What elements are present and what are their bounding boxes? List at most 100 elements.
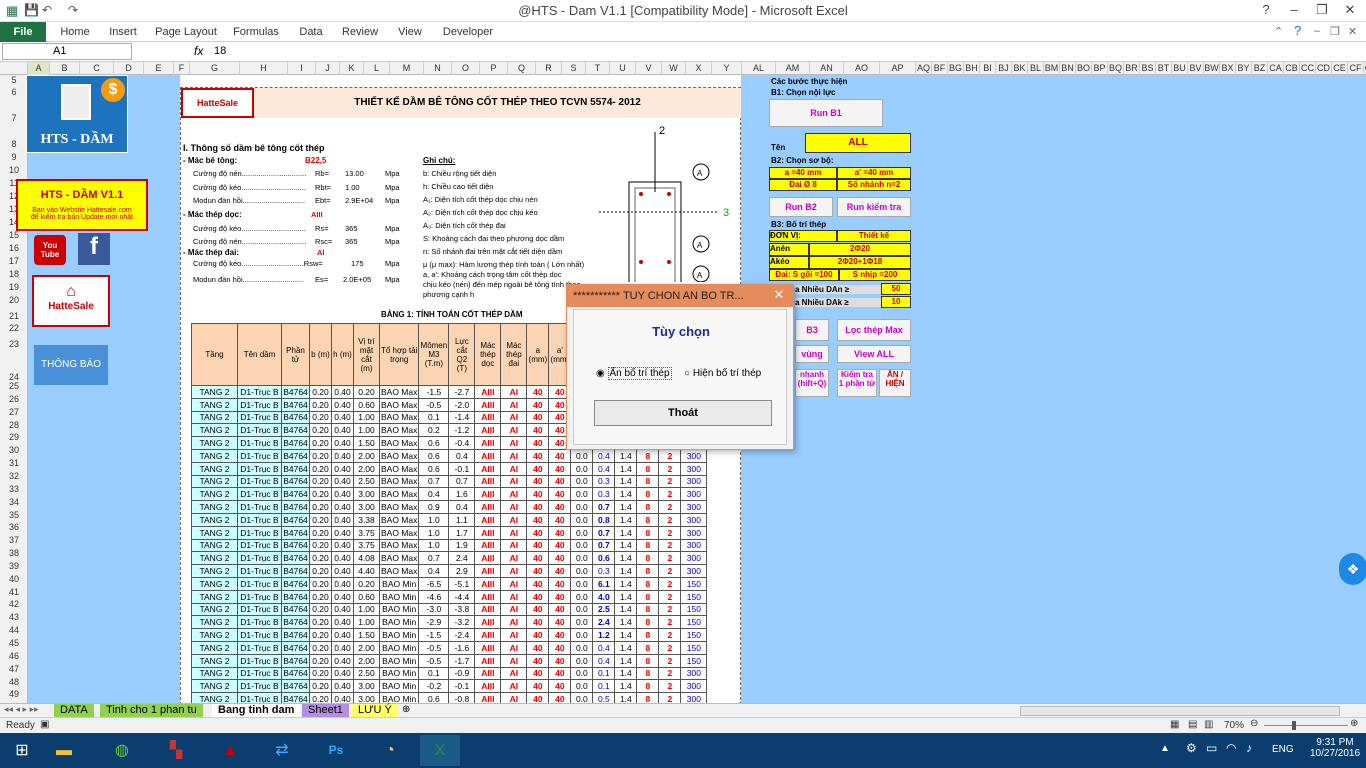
page-break-view-icon[interactable]: ▥	[1204, 719, 1213, 730]
table-cell[interactable]: 40	[526, 487, 550, 502]
table-cell[interactable]: BAO Min	[378, 589, 420, 604]
table-cell[interactable]: 2.00	[353, 640, 380, 655]
table-cell[interactable]: D1-Trục B	[237, 653, 282, 668]
table-cell[interactable]: -0.1	[448, 679, 476, 694]
table-cell[interactable]: -2.7	[448, 385, 476, 399]
table-cell[interactable]: 40	[526, 589, 550, 604]
table-cell[interactable]: 0.3	[592, 487, 616, 502]
table-cell[interactable]: 0.8	[592, 512, 616, 527]
table-cell[interactable]: 40	[548, 500, 572, 514]
zoom-slider[interactable]	[1264, 725, 1348, 726]
table-cell[interactable]: D1-Trục B	[237, 448, 282, 463]
table-cell[interactable]: 0.7	[592, 525, 616, 540]
table-cell[interactable]: AIII	[474, 500, 502, 514]
table-cell[interactable]: AIII	[474, 448, 502, 463]
table-cell[interactable]: 0.4	[418, 564, 450, 578]
table-cell[interactable]: 0.20	[309, 461, 332, 476]
table-cell[interactable]: 0.1	[592, 679, 616, 694]
row-header-34[interactable]: 34	[0, 497, 28, 507]
table-cell[interactable]: 0.20	[309, 512, 332, 527]
table-row[interactable]: TANG 2 D1-Trục B B4764 0.20 0.40 2.00 BAO Min -…	[191, 653, 708, 668]
table-cell[interactable]: -4.6	[418, 589, 450, 604]
table-cell[interactable]: 0.20	[309, 436, 332, 450]
table-cell[interactable]: BAO Max	[378, 448, 420, 463]
column-header-bz[interactable]: BZ	[1252, 62, 1268, 75]
table-cell[interactable]: -0.5	[418, 653, 450, 668]
table-cell[interactable]: 8	[636, 512, 660, 527]
column-header-by[interactable]: BY	[1236, 62, 1252, 75]
table-row[interactable]: TANG 2 D1-Trục B B4764 0.20 0.40 1.50 BAO Min -…	[191, 628, 708, 642]
table-cell[interactable]: D1-Trục B	[237, 410, 282, 425]
table-cell[interactable]: D1-Trục B	[237, 436, 282, 450]
row-header-19[interactable]: 19	[0, 282, 28, 292]
table-cell[interactable]: -0.2	[418, 679, 450, 694]
table-cell[interactable]: 0.40	[331, 615, 354, 630]
table-cell[interactable]: 2	[658, 602, 682, 617]
table-cell[interactable]: 0.60	[353, 397, 380, 412]
row-header-16[interactable]: 16	[0, 243, 28, 253]
table-cell[interactable]: D1-Trục B	[237, 423, 282, 438]
table-cell[interactable]: 1.4	[614, 564, 638, 578]
tray-volume-icon[interactable]: ♪	[1246, 741, 1252, 755]
table-cell[interactable]: 40	[526, 679, 550, 694]
column-header-l[interactable]: L	[364, 62, 390, 75]
youtube-icon[interactable]: You Tube	[34, 235, 66, 265]
table-cell[interactable]: 40	[548, 551, 572, 566]
table-cell[interactable]: 2.50	[353, 474, 380, 489]
table-cell[interactable]: AIII	[474, 602, 502, 617]
table-cell[interactable]: D1-Trục B	[237, 602, 282, 617]
table-cell[interactable]: 8	[636, 487, 660, 502]
select-all-corner[interactable]	[0, 62, 28, 75]
table-cell[interactable]: D1-Trục B	[237, 551, 282, 566]
row-header-49[interactable]: 49	[0, 689, 28, 699]
table-cell[interactable]: 0.20	[309, 615, 332, 630]
macro-record-icon[interactable]: ▣	[40, 719, 49, 730]
table-cell[interactable]: 2.00	[353, 653, 380, 668]
table-cell[interactable]: 40	[526, 576, 550, 591]
table-cell[interactable]: 0.40	[331, 474, 354, 489]
column-header-bq[interactable]: BQ	[1108, 62, 1124, 75]
table-cell[interactable]: 0.3	[592, 474, 616, 489]
table-cell[interactable]: 0.0	[570, 500, 594, 514]
table-row[interactable]: TANG 2 D1-Trục B B4764 0.20 0.40 3.00 BAO Min -…	[191, 679, 708, 694]
table-cell[interactable]: 0.20	[309, 397, 332, 412]
table-cell[interactable]: AIII	[474, 653, 502, 668]
table-cell[interactable]: 0.40	[331, 666, 354, 681]
workbook-minimize-icon[interactable]: –	[1314, 25, 1320, 37]
table-cell[interactable]: 0.4	[418, 487, 450, 502]
table-cell[interactable]: 3.00	[353, 500, 380, 514]
table-cell[interactable]: 40	[548, 564, 572, 578]
table-cell[interactable]: TANG 2	[191, 653, 238, 668]
table-cell[interactable]: B4764	[281, 551, 310, 566]
name-filter-field[interactable]: ALL	[805, 133, 911, 153]
table-cell[interactable]: 0.20	[353, 576, 380, 591]
ribbon-collapse-icon[interactable]: ⌃	[1274, 25, 1283, 38]
run-b1-button[interactable]: Run B1	[769, 99, 883, 127]
view-all-button[interactable]: View ALL	[837, 345, 911, 363]
tab-home[interactable]: Home	[54, 22, 96, 42]
table-cell[interactable]: B4764	[281, 564, 310, 578]
table-cell[interactable]: 8	[636, 576, 660, 591]
table-cell[interactable]: 0.40	[331, 423, 354, 438]
table-cell[interactable]: 150	[680, 576, 708, 591]
table-cell[interactable]: -1.5	[418, 385, 450, 399]
table-cell[interactable]: 150	[680, 589, 708, 604]
file-tab[interactable]: File	[0, 22, 46, 42]
table-cell[interactable]: 1.9	[448, 538, 476, 553]
table-cell[interactable]: B4764	[281, 640, 310, 655]
table-cell[interactable]: 0.40	[331, 551, 354, 566]
column-header-aq[interactable]: AQ	[916, 62, 932, 75]
table-cell[interactable]: BAO Min	[378, 576, 420, 591]
table-cell[interactable]: AI	[500, 564, 528, 578]
table-cell[interactable]: AI	[500, 653, 528, 668]
table-cell[interactable]: -3.2	[448, 615, 476, 630]
table-row[interactable]: TANG 2 D1-Trục B B4764 0.20 0.40 3.75 BAO Max 1…	[191, 538, 708, 553]
table-cell[interactable]: BAO Max	[378, 410, 420, 425]
table-cell[interactable]: B4764	[281, 487, 310, 502]
column-header-bp[interactable]: BP	[1092, 62, 1108, 75]
table-cell[interactable]: AI	[500, 500, 528, 514]
table-cell[interactable]: 0.7	[418, 551, 450, 566]
quick-button[interactable]: nhanh (hift+Q)	[795, 369, 829, 397]
table-cell[interactable]: BAO Max	[378, 500, 420, 514]
table-cell[interactable]: 40	[526, 551, 550, 566]
